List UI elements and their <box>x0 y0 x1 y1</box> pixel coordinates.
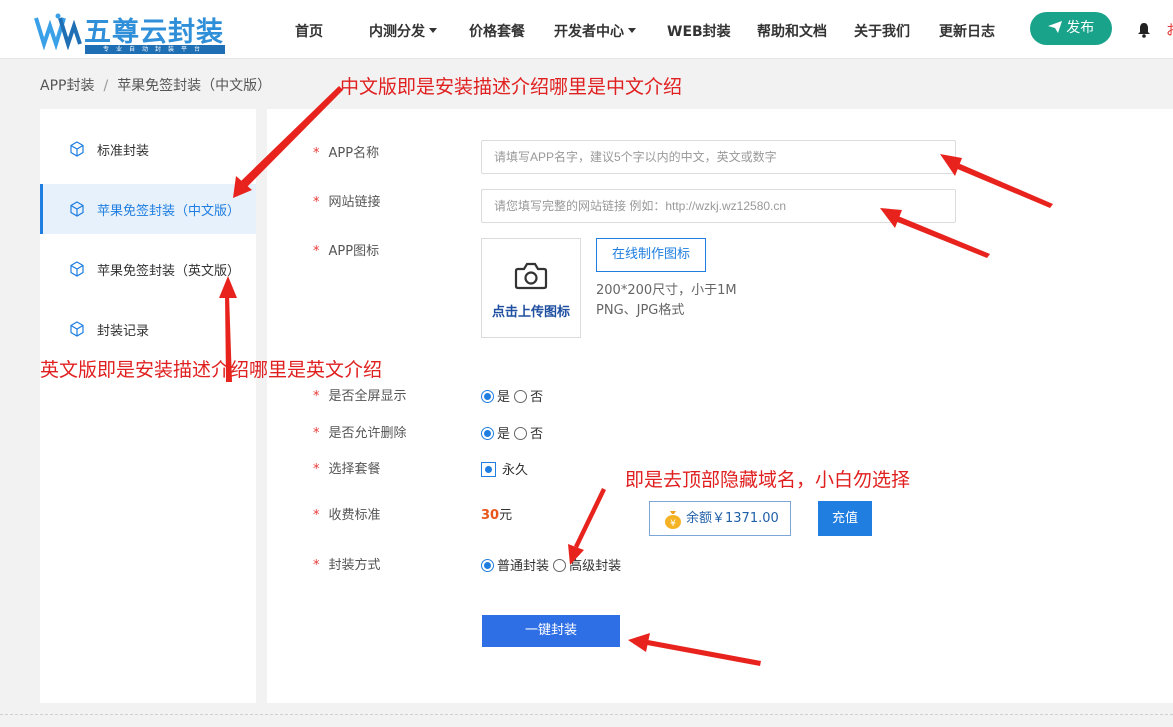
sidebar-item-standard[interactable]: 标准封装 <box>40 124 256 174</box>
allow-delete-no-radio[interactable] <box>514 427 528 440</box>
breadcrumb-root[interactable]: APP封装 <box>40 78 94 94</box>
method-advanced-radio[interactable] <box>553 559 567 572</box>
icon-upload-box[interactable]: 点击上传图标 <box>481 238 581 338</box>
site-link-label: * 网站链接 <box>313 195 381 210</box>
radio-label: 否 <box>530 427 544 442</box>
breadcrumb: APP封装 / 苹果免签封装（中文版） <box>40 75 271 95</box>
main-nav: 首页 内测分发 价格套餐 开发者中心 WEB封装 帮助和文档 关于我们 更新日志 <box>0 0 1000 59</box>
money-bag-icon: ¥ <box>665 511 681 529</box>
cube-icon <box>70 321 84 337</box>
sidebar-item-label: 封装记录 <box>97 324 150 339</box>
package-form-panel: *APP名称 *网站链接 *APP图标 点击上传图标 在线制作图标 200*20… <box>267 109 1173 703</box>
radio-label: 永久 <box>502 463 529 478</box>
app-name-label: * APP名称 <box>313 146 380 161</box>
app-name-input[interactable] <box>481 140 956 174</box>
nav-about[interactable]: 关于我们 <box>854 21 910 41</box>
site-link-input[interactable] <box>481 189 956 223</box>
method-normal-radio[interactable] <box>481 559 494 572</box>
nav-help-docs[interactable]: 帮助和文档 <box>757 21 827 41</box>
cube-icon <box>70 141 84 157</box>
top-navbar: 五尊云封装 专业自动封装平台 首页 内测分发 价格套餐 开发者中心 WEB封装 … <box>0 0 1173 59</box>
package-radio-group: 永久 <box>481 459 528 478</box>
sidebar-item-label: 苹果免签封装（英文版） <box>97 264 241 279</box>
annotation-en-version: 英文版即是安装描述介绍哪里是英文介绍 <box>40 359 383 381</box>
annotation-advanced-method: 即是去顶部隐藏域名，小白勿选择 <box>625 469 911 491</box>
header-user-link[interactable]: お <box>1166 20 1173 40</box>
nav-web-package[interactable]: WEB封装 <box>667 21 731 41</box>
footer-divider <box>0 714 1173 715</box>
publish-button[interactable]: 发布 <box>1030 12 1112 45</box>
sidebar-item-label: 苹果免签封装（中文版） <box>97 204 241 219</box>
send-icon <box>1047 21 1062 33</box>
cube-icon <box>70 201 84 217</box>
radio-label: 高级封装 <box>569 559 622 574</box>
breadcrumb-current: 苹果免签封装（中文版） <box>117 78 272 94</box>
fee-value: 30元 <box>481 508 513 523</box>
allow-delete-radio-group: 是 否 <box>481 423 543 442</box>
annotation-cn-version: 中文版即是安装描述介绍哪里是中文介绍 <box>340 76 683 98</box>
cube-icon <box>70 261 84 277</box>
caret-down-icon <box>628 28 636 33</box>
fullscreen-yes-radio[interactable] <box>481 390 494 403</box>
package-method-radio-group: 普通封装 高级封装 <box>481 555 621 574</box>
balance-text: 余额￥1371.00 <box>686 511 779 526</box>
upload-icon-text: 点击上传图标 <box>491 305 570 320</box>
balance-display: ¥ 余额￥1371.00 <box>649 501 791 536</box>
package-method-label: * 封装方式 <box>313 558 381 573</box>
fullscreen-radio-group: 是 否 <box>481 386 543 405</box>
sidebar-item-ios-en[interactable]: 苹果免签封装（英文版） <box>40 244 256 294</box>
caret-down-icon <box>429 28 437 33</box>
package-label: * 选择套餐 <box>313 462 381 477</box>
nav-home[interactable]: 首页 <box>295 21 323 41</box>
sidebar-item-label: 标准封装 <box>97 144 150 159</box>
icon-format-hint: PNG、JPG格式 <box>596 303 685 318</box>
nav-changelog[interactable]: 更新日志 <box>939 21 995 41</box>
fullscreen-label: * 是否全屏显示 <box>313 389 407 404</box>
radio-label: 是 <box>497 390 511 405</box>
bell-icon[interactable] <box>1137 22 1151 38</box>
sidebar-item-records[interactable]: 封装记录 <box>40 304 256 354</box>
fullscreen-no-radio[interactable] <box>514 390 528 403</box>
allow-delete-label: * 是否允许删除 <box>313 426 407 441</box>
icon-size-hint: 200*200尺寸，小于1M <box>596 283 737 298</box>
svg-text:¥: ¥ <box>670 519 676 529</box>
one-click-package-button[interactable]: 一键封装 <box>482 615 620 647</box>
sidebar-item-ios-cn[interactable]: 苹果免签封装（中文版） <box>40 184 256 234</box>
publish-label: 发布 <box>1066 20 1095 36</box>
nav-developer-center[interactable]: 开发者中心 <box>554 21 636 41</box>
nav-pricing[interactable]: 价格套餐 <box>469 21 525 41</box>
nav-beta-distribution[interactable]: 内测分发 <box>369 21 437 41</box>
radio-label: 普通封装 <box>497 559 550 574</box>
app-icon-label: * APP图标 <box>313 244 380 259</box>
sidebar: 标准封装 苹果免签封装（中文版） 苹果免签封装（英文版） 封装记录 <box>40 109 256 703</box>
allow-delete-yes-radio[interactable] <box>481 427 494 440</box>
camera-icon <box>514 262 548 290</box>
radio-label: 否 <box>530 390 544 405</box>
package-permanent-radio[interactable] <box>481 462 496 477</box>
make-icon-online-button[interactable]: 在线制作图标 <box>596 238 706 272</box>
recharge-button[interactable]: 充值 <box>818 501 872 536</box>
breadcrumb-separator: / <box>103 78 109 94</box>
radio-label: 是 <box>497 427 511 442</box>
fee-label: * 收费标准 <box>313 508 381 523</box>
